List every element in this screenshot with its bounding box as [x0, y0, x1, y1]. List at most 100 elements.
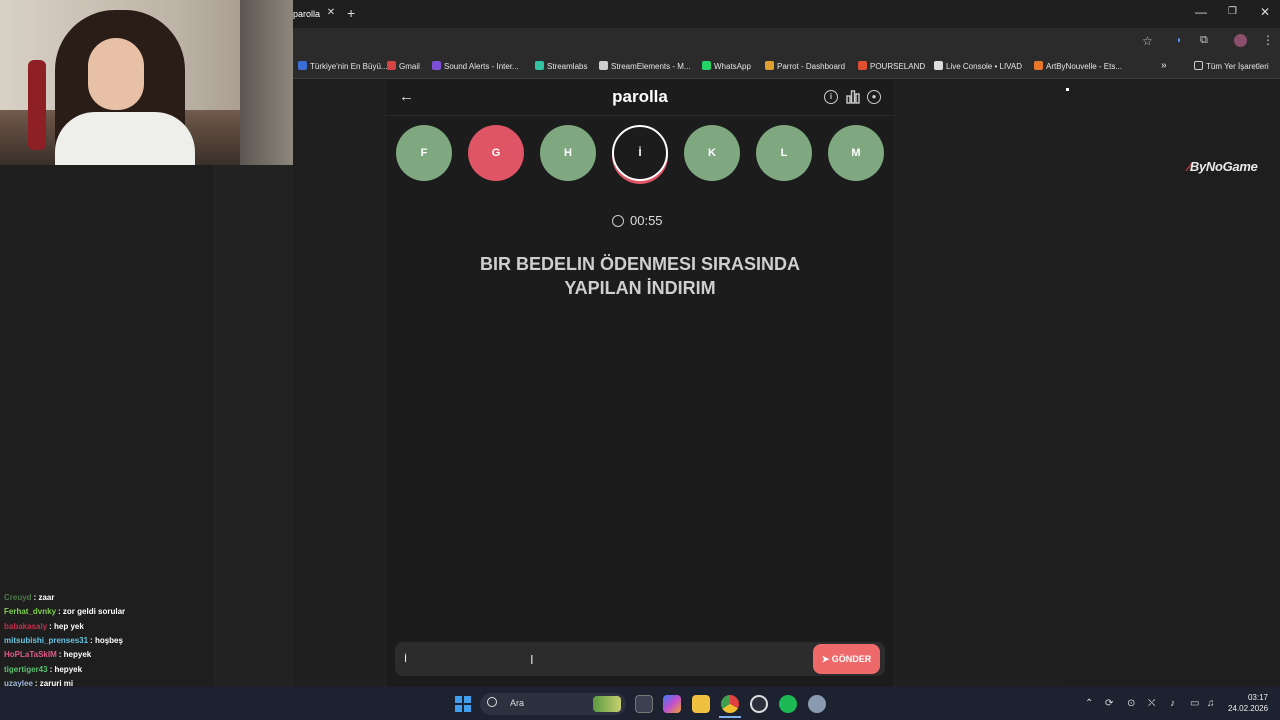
- letter-circle: İ: [612, 125, 668, 181]
- timer: 00:55: [612, 213, 663, 228]
- tab-title: parolla: [293, 9, 321, 19]
- tab-bar: [293, 0, 1280, 28]
- answer-input[interactable]: [404, 650, 804, 668]
- bookmark-favicon-icon: [1034, 61, 1043, 70]
- bookmark-item[interactable]: Sound Alerts - Inter...: [432, 61, 519, 71]
- bookmark-item[interactable]: StreamElements - M...: [599, 61, 691, 71]
- bookmark-favicon-icon: [298, 61, 307, 70]
- chat-message: HoPLaTaSkIM: hepyek: [4, 650, 91, 659]
- letter-circle: H: [540, 125, 596, 181]
- question-line-1: BIR BEDELIN ÖDENMESI SIRASINDA: [479, 254, 801, 274]
- question-line-2: YAPILAN İNDIRIM: [564, 278, 716, 298]
- tray-sync-icon[interactable]: ⟳: [1105, 698, 1113, 709]
- bookmark-favicon-icon: [934, 61, 943, 70]
- bookmark-label: POURSELAND: [870, 62, 926, 71]
- profile-icon[interactable]: ●: [867, 90, 881, 104]
- chat-message: Creuyd: zaar: [4, 593, 54, 602]
- letter-circle: F: [396, 125, 452, 181]
- tab-close-icon[interactable]: ✕: [325, 7, 337, 19]
- bynogame-logo: ⁄ByNoGame: [1188, 159, 1258, 174]
- bookmark-favicon-icon: [765, 61, 774, 70]
- more-bookmarks-icon[interactable]: »: [1161, 60, 1167, 71]
- bookmark-label: Sound Alerts - Inter...: [444, 62, 519, 71]
- tray-app-icon[interactable]: ⊙: [1127, 698, 1135, 709]
- bookmark-item[interactable]: Streamlabs: [535, 61, 587, 71]
- chat-text: hepyek: [54, 664, 83, 674]
- bookmark-label: Parrot - Dashboard: [777, 62, 846, 71]
- search-icon: [487, 697, 497, 707]
- back-arrow-icon[interactable]: ←: [399, 88, 414, 105]
- tray-volume-icon[interactable]: ♫: [1207, 698, 1215, 709]
- bookmark-item[interactable]: Türkiye'nin En Büyü...: [298, 61, 388, 71]
- extensions-puzzle-icon[interactable]: ⧉: [1200, 34, 1208, 47]
- tray-display-icon[interactable]: ▭: [1190, 698, 1199, 709]
- taskbar-clock[interactable]: 03:17 24.02.2026: [1228, 692, 1268, 714]
- chat-username: babakasaly: [4, 621, 48, 631]
- bookmark-favicon-icon: [387, 61, 396, 70]
- bookmark-label: ArtByNouvelle - Ets...: [1046, 62, 1123, 71]
- chat-text: zaar: [38, 593, 55, 602]
- send-label: GÖNDER: [831, 653, 872, 664]
- chat-username: mitsubishi_prenses31: [4, 635, 89, 645]
- letter-circle: M: [828, 125, 884, 181]
- task-view-icon[interactable]: [635, 695, 653, 713]
- windows-start-icon[interactable]: [455, 696, 471, 712]
- chrome-icon[interactable]: [721, 695, 739, 713]
- bookmark-label: Türkiye'nin En Büyü...: [310, 62, 388, 71]
- bookmark-label: WhatsApp: [714, 62, 751, 71]
- bookmark-favicon-icon: [599, 61, 608, 70]
- send-icon: ➤: [821, 653, 830, 664]
- minimize-button[interactable]: —: [1195, 5, 1207, 19]
- bookmark-item[interactable]: Live Console • LIVAD: [934, 61, 1022, 71]
- text-cursor-icon: I: [530, 652, 534, 667]
- file-explorer-icon[interactable]: [692, 695, 710, 713]
- new-tab-button[interactable]: +: [347, 5, 355, 21]
- bookmark-item[interactable]: Gmail: [387, 61, 420, 71]
- game-title: parolla: [612, 87, 668, 106]
- bookmark-favicon-icon: [535, 61, 544, 70]
- send-button[interactable]: ➤ GÖNDER: [813, 644, 880, 674]
- letter-circle: G: [468, 125, 524, 181]
- taskbar-search-placeholder: Ara: [510, 698, 525, 708]
- bookmark-favicon-icon: [432, 61, 441, 70]
- letter-circle: L: [756, 125, 812, 181]
- chat-message: mitsubishi_prenses31: hoşbeş: [4, 636, 123, 645]
- clock-date: 24.02.2026: [1228, 704, 1269, 713]
- settings-gear-icon[interactable]: [808, 695, 826, 713]
- maximize-button[interactable]: ❐: [1228, 6, 1237, 17]
- all-bookmarks-label: Tüm Yer İşaretleri: [1206, 62, 1269, 71]
- bookmark-item[interactable]: POURSELAND: [858, 61, 925, 71]
- copilot-icon[interactable]: [663, 695, 681, 713]
- tray-network-icon[interactable]: ⛌: [1148, 698, 1155, 709]
- menu-kebab-icon[interactable]: ⋮: [1262, 33, 1274, 47]
- profile-avatar[interactable]: [1234, 34, 1247, 47]
- chat-message: tigertiger43: hepyek: [4, 665, 82, 674]
- bookmark-favicon-icon: [858, 61, 867, 70]
- bookmark-star-icon[interactable]: ☆: [1142, 34, 1153, 48]
- chat-username: tigertiger43: [4, 664, 48, 674]
- tray-chevron-icon[interactable]: ⌃: [1085, 698, 1093, 709]
- webcam-feed: [0, 0, 293, 165]
- address-bar[interactable]: [293, 28, 1280, 55]
- bookmark-item[interactable]: WhatsApp: [702, 61, 751, 71]
- tray-mic-icon[interactable]: ♪: [1170, 698, 1175, 709]
- obs-icon[interactable]: [750, 695, 768, 713]
- extension-icon[interactable]: ◗: [1176, 35, 1182, 46]
- bookmark-item[interactable]: Parrot - Dashboard: [765, 61, 845, 71]
- chat-username: Creuyd: [4, 593, 32, 602]
- bookmark-item[interactable]: ArtByNouvelle - Ets...: [1034, 61, 1122, 71]
- info-icon[interactable]: i: [824, 90, 838, 104]
- spotify-icon[interactable]: [779, 695, 797, 713]
- bookmark-label: Gmail: [399, 62, 420, 71]
- bookmark-favicon-icon: [702, 61, 711, 70]
- active-app-indicator: [719, 716, 741, 718]
- close-window-button[interactable]: ✕: [1260, 5, 1270, 19]
- letter-circle: K: [684, 125, 740, 181]
- clock-icon: [612, 215, 624, 227]
- all-bookmarks-folder[interactable]: Tüm Yer İşaretleri: [1194, 61, 1269, 71]
- clock-time: 03:17: [1247, 693, 1268, 702]
- chat-username: HoPLaTaSkIM: [4, 650, 57, 660]
- bynogame-text: ByNoGame: [1189, 159, 1258, 174]
- chat-text: hep yek: [54, 621, 84, 631]
- stats-icon[interactable]: [846, 90, 860, 104]
